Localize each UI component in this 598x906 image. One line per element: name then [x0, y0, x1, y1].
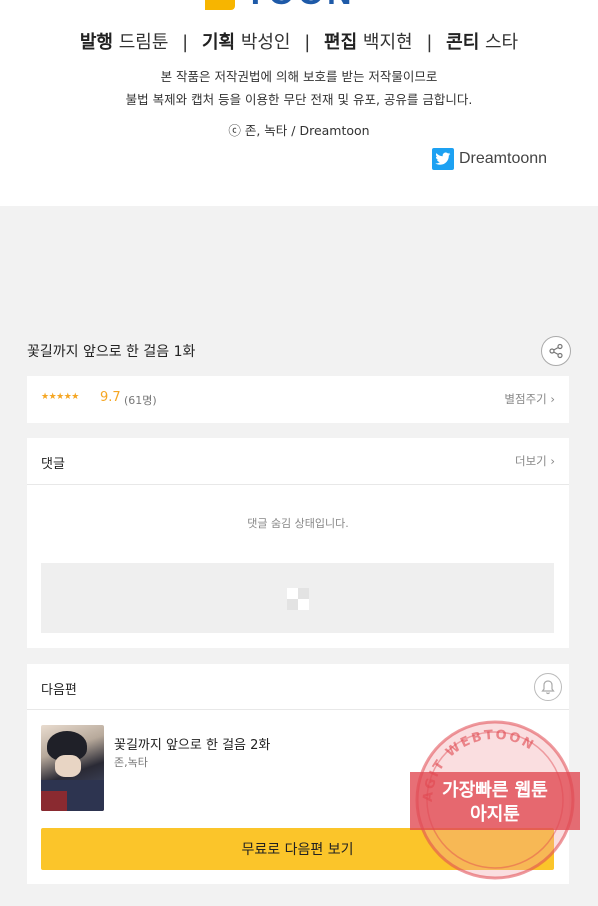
credit-divider: | — [426, 32, 433, 53]
next-episode-author: 존,녹타 — [114, 756, 148, 769]
logo: TOON — [205, 0, 395, 10]
next-episode-header: 다음편 — [27, 664, 569, 710]
credit-name: 드림툰 — [118, 32, 169, 53]
credit-role: 편집 — [324, 32, 358, 53]
next-episode-title[interactable]: 꽃길까지 앞으로 한 걸음 2화 — [114, 734, 270, 753]
star-rating-icons: ★★★★★ — [41, 392, 79, 402]
next-episode-thumbnail[interactable] — [41, 725, 104, 811]
logo-text: TOON — [245, 0, 355, 10]
comments-card: 댓글 더보기 › 댓글 숨김 상태입니다. — [27, 438, 569, 648]
rating-score: 9.7 — [100, 390, 121, 405]
notification-bell-button[interactable] — [534, 673, 562, 701]
comments-header: 댓글 더보기 › — [27, 438, 569, 485]
comments-more-button[interactable]: 더보기 › — [515, 453, 555, 469]
share-icon — [549, 343, 563, 359]
credit-name: 박성인 — [240, 32, 291, 53]
credit-divider: | — [182, 32, 189, 53]
next-episode-section-title: 다음편 — [41, 683, 77, 698]
placeholder-icon — [287, 588, 309, 610]
bell-icon — [541, 680, 555, 695]
twitter-icon — [432, 148, 454, 170]
credit-role: 발행 — [79, 32, 113, 53]
logo-mark — [205, 0, 235, 10]
episode-title: 꽃길까지 앞으로 한 걸음 1화 — [27, 344, 196, 360]
credit-role: 콘티 — [446, 32, 480, 53]
credit-role: 기획 — [201, 32, 236, 53]
share-button[interactable] — [541, 336, 571, 366]
free-next-episode-button[interactable]: 무료로 다음편 보기 — [41, 828, 554, 870]
header-section: TOON 발행 드림툰 | 기획 박성인 | 편집 백지현 | 콘티 스타 본 … — [0, 0, 598, 206]
rating-count: (61명) — [124, 394, 157, 407]
twitter-handle: Dreamtoonn — [459, 150, 548, 167]
credit-name: 백지현 — [362, 32, 413, 53]
copyright-holder: ⓒ 존, 녹타 / Dreamtoon — [228, 123, 370, 138]
credits-line: 발행 드림툰 | 기획 박성인 | 편집 백지현 | 콘티 스타 — [0, 28, 598, 54]
ad-placeholder — [41, 563, 554, 633]
copyright-notice-line1: 본 작품은 저작권법에 의해 보호를 받는 저작물이므로 — [160, 69, 438, 84]
copyright-notice-line2: 불법 복제와 캡처 등을 이용한 무단 전재 및 유포, 공유를 금합니다. — [125, 92, 473, 107]
thumb-accent — [41, 791, 67, 811]
twitter-link[interactable]: Dreamtoonn — [432, 148, 547, 170]
credit-divider: | — [304, 32, 311, 53]
next-episode-card: 다음편 꽃길까지 앞으로 한 걸음 2화 존,녹타 무료로 다음편 보기 — [27, 664, 569, 884]
rating-card: ★★★★★ 9.7 (61명) 별점주기 › — [27, 376, 569, 423]
credit-name: 스타 — [485, 32, 519, 53]
thumb-face — [55, 755, 81, 777]
comments-title: 댓글 — [41, 457, 65, 472]
comments-hidden-message: 댓글 숨김 상태입니다. — [247, 517, 349, 530]
rate-button[interactable]: 별점주기 › — [504, 391, 555, 407]
